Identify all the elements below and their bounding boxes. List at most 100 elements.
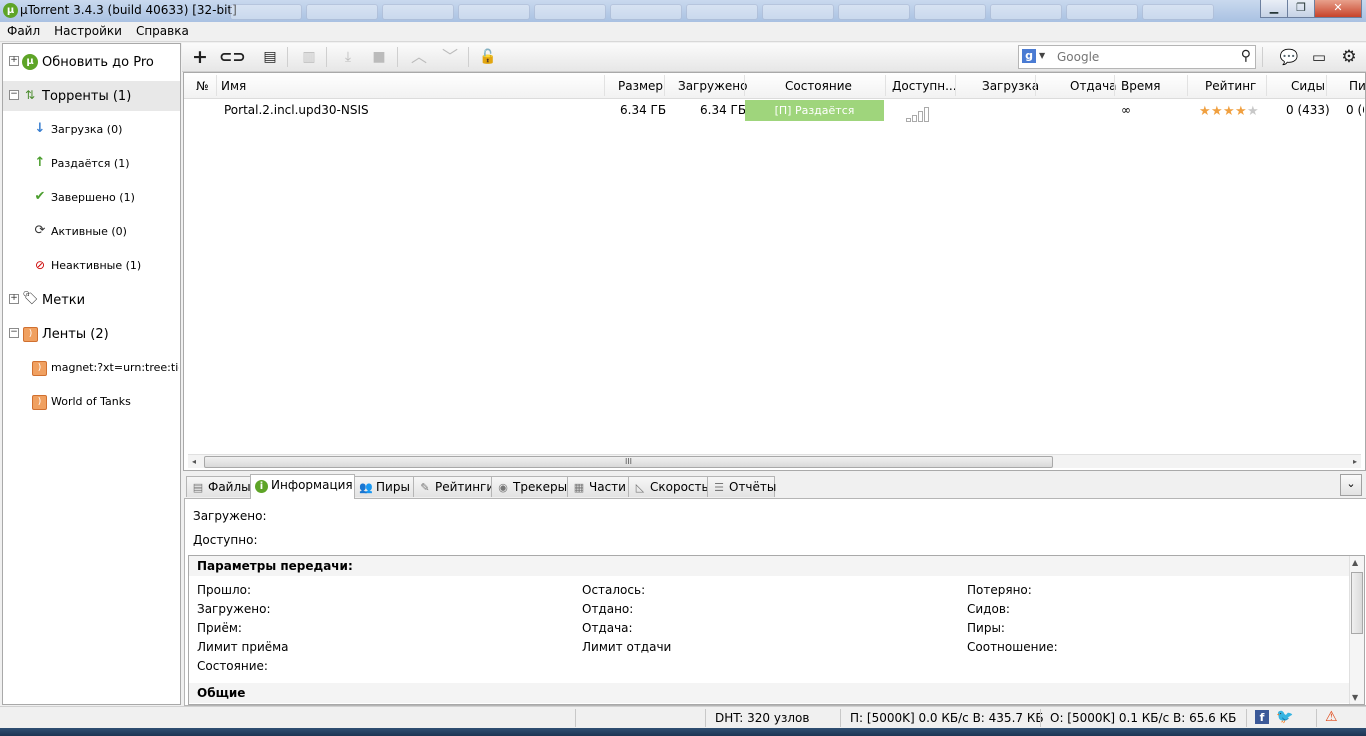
sidebar-item-label: Загрузка (0) [51,123,123,136]
monitor-icon[interactable]: ▭ [1308,47,1330,67]
facebook-icon[interactable]: f [1255,710,1269,724]
column-header-name[interactable]: Имя [221,79,246,93]
menu-file[interactable]: Файл [0,22,47,38]
tab-logger[interactable]: ☰ Отчёты [707,476,776,497]
wasted-label: Потеряно: [967,583,1032,597]
sidebar-item-labels[interactable]: + 🏷 Метки [3,285,180,315]
download-icon[interactable]: ⤓ [337,47,359,67]
column-header-upload-speed[interactable]: Отдача [1070,79,1117,93]
tab-label: Пиры [376,480,410,494]
arrow-up-icon: ↑ [34,155,46,170]
sidebar-item-seeding[interactable]: ↑ Раздаётся (1) [3,149,180,179]
torrent-time: ∞ [1121,103,1131,117]
dht-status: DHT: 320 узлов [715,711,810,725]
upload-speed-label: Отдача: [582,621,633,635]
column-header-seeds[interactable]: Сиды [1291,79,1325,93]
column-header-peers[interactable]: Пи [1349,79,1366,93]
download-limit-label: Лимит приёма [197,640,289,654]
vertical-scrollbar[interactable]: ▲ ▼ [1349,556,1364,704]
sidebar-item-torrents[interactable]: − ⇅ Торренты (1) [3,81,180,111]
chevron-up-icon[interactable]: ︿ [408,47,430,67]
inactive-icon: ⊘ [34,258,46,272]
twitter-icon[interactable]: 🐦 [1276,709,1293,725]
tab-trackers[interactable]: ◉ Трекеры [491,476,568,497]
tag-icon: 🏷 [22,291,39,306]
scrollbar-thumb[interactable]: III [204,456,1053,468]
column-header-availability[interactable]: Доступн... [892,79,957,93]
collapse-icon[interactable]: − [9,328,19,338]
scrollbar-thumb[interactable] [1351,572,1363,634]
column-header-time[interactable]: Время [1121,79,1161,93]
sidebar-item-label: Торренты (1) [42,89,132,104]
scroll-up-icon[interactable]: ▲ [1352,558,1358,567]
sidebar-item-inactive[interactable]: ⊘ Неактивные (1) [3,251,180,281]
horizontal-scrollbar[interactable]: ◂ III ▸ [188,454,1361,468]
tab-files[interactable]: ▤ Файлы [186,476,251,497]
availability-bars-icon [906,106,936,122]
trash-icon[interactable]: ▥ [298,47,320,67]
chat-icon[interactable]: 💬 [1278,47,1300,67]
warning-icon[interactable]: ⚠ [1325,709,1338,725]
tab-label: Файлы [208,480,251,494]
sidebar-item-upgrade[interactable]: + µ Обновить до Pro [3,47,180,77]
transfer-params-box: Параметры передачи: Прошло: Загружено: П… [188,555,1365,705]
sidebar-feed-item[interactable]: ) World of Tanks [3,387,180,417]
minimize-button[interactable]: ▁ [1260,0,1288,18]
ratings-icon: ✎ [420,481,430,494]
remaining-label: Осталось: [582,583,646,597]
column-header-downloaded[interactable]: Загружено [678,79,747,93]
sidebar-item-downloading[interactable]: ↓ Загрузка (0) [3,115,180,145]
tab-pieces[interactable]: ▦ Части [567,476,629,497]
maximize-button[interactable]: ❐ [1287,0,1315,18]
menu-bar: Файл Настройки Справка [0,22,1366,42]
menu-help[interactable]: Справка [129,22,196,38]
chevron-down-icon[interactable]: ﹀ [439,47,461,67]
torrent-peers: 0 (6 [1346,103,1364,117]
column-header-size[interactable]: Размер [618,79,663,93]
expand-icon[interactable]: + [9,294,19,304]
search-input[interactable] [1055,48,1229,66]
column-header-download-speed[interactable]: Загрузка [982,79,1039,93]
caret-down-icon[interactable]: ▼ [1039,51,1045,60]
tab-peers[interactable]: 👥 Пиры [354,476,414,497]
sidebar-item-active[interactable]: ⟳ Активные (0) [3,217,180,247]
expand-icon[interactable]: + [9,56,19,66]
tab-info[interactable]: i Информация [250,474,355,499]
scroll-left-icon[interactable]: ◂ [188,455,200,468]
peers-label: Пиры: [967,621,1005,635]
sidebar-item-label: Неактивные (1) [51,259,142,272]
search-icon[interactable]: ⚲ [1241,48,1251,64]
tab-label: Трекеры [513,480,568,494]
sidebar-item-feeds[interactable]: − ) Ленты (2) [3,319,180,349]
sidebar-item-label: magnet:?xt=urn:tree:tiger:3 [51,361,179,374]
collapse-icon[interactable]: − [9,90,19,100]
sidebar: + µ Обновить до Pro − ⇅ Торренты (1) ↓ З… [2,43,181,705]
upload-status[interactable]: О: [5000K] 0.1 КБ/с В: 65.6 КБ [1050,711,1236,725]
download-status[interactable]: П: [5000K] 0.0 КБ/с В: 435.7 КБ [850,711,1044,725]
stop-icon[interactable]: ■ [368,47,390,67]
tab-label: Части [589,480,626,494]
status-badge: [П] Раздаётся [745,100,884,121]
column-header-status[interactable]: Состояние [785,79,852,93]
column-header-number[interactable]: № [196,79,208,93]
create-torrent-icon[interactable]: ▤ [259,47,281,67]
gear-icon[interactable]: ⚙ [1338,47,1360,67]
add-link-icon[interactable]: ⊂⊃ [219,47,246,67]
sidebar-feed-item[interactable]: ) magnet:?xt=urn:tree:tiger:3 [3,353,180,383]
downloaded-total-label: Загружено: [197,602,271,616]
menu-settings[interactable]: Настройки [47,22,129,38]
sidebar-item-label: World of Tanks [51,395,131,408]
collapse-panel-button[interactable]: ⌄ [1340,474,1362,496]
add-torrent-button[interactable]: + [189,47,211,67]
sidebar-item-completed[interactable]: ✔ Завершено (1) [3,183,180,213]
column-header-rating[interactable]: Рейтинг [1205,79,1256,93]
close-button[interactable]: ✕ [1314,0,1362,18]
tab-ratings[interactable]: ✎ Рейтинги [413,476,494,497]
tab-speed[interactable]: ◺ Скорость [628,476,709,497]
files-icon: ▤ [192,481,204,494]
scroll-down-icon[interactable]: ▼ [1352,693,1358,702]
unlock-icon[interactable]: 🔓 [477,47,499,67]
scroll-right-icon[interactable]: ▸ [1349,455,1361,468]
google-icon[interactable]: g [1022,49,1036,63]
search-box[interactable]: g ▼ ⚲ [1018,45,1256,69]
